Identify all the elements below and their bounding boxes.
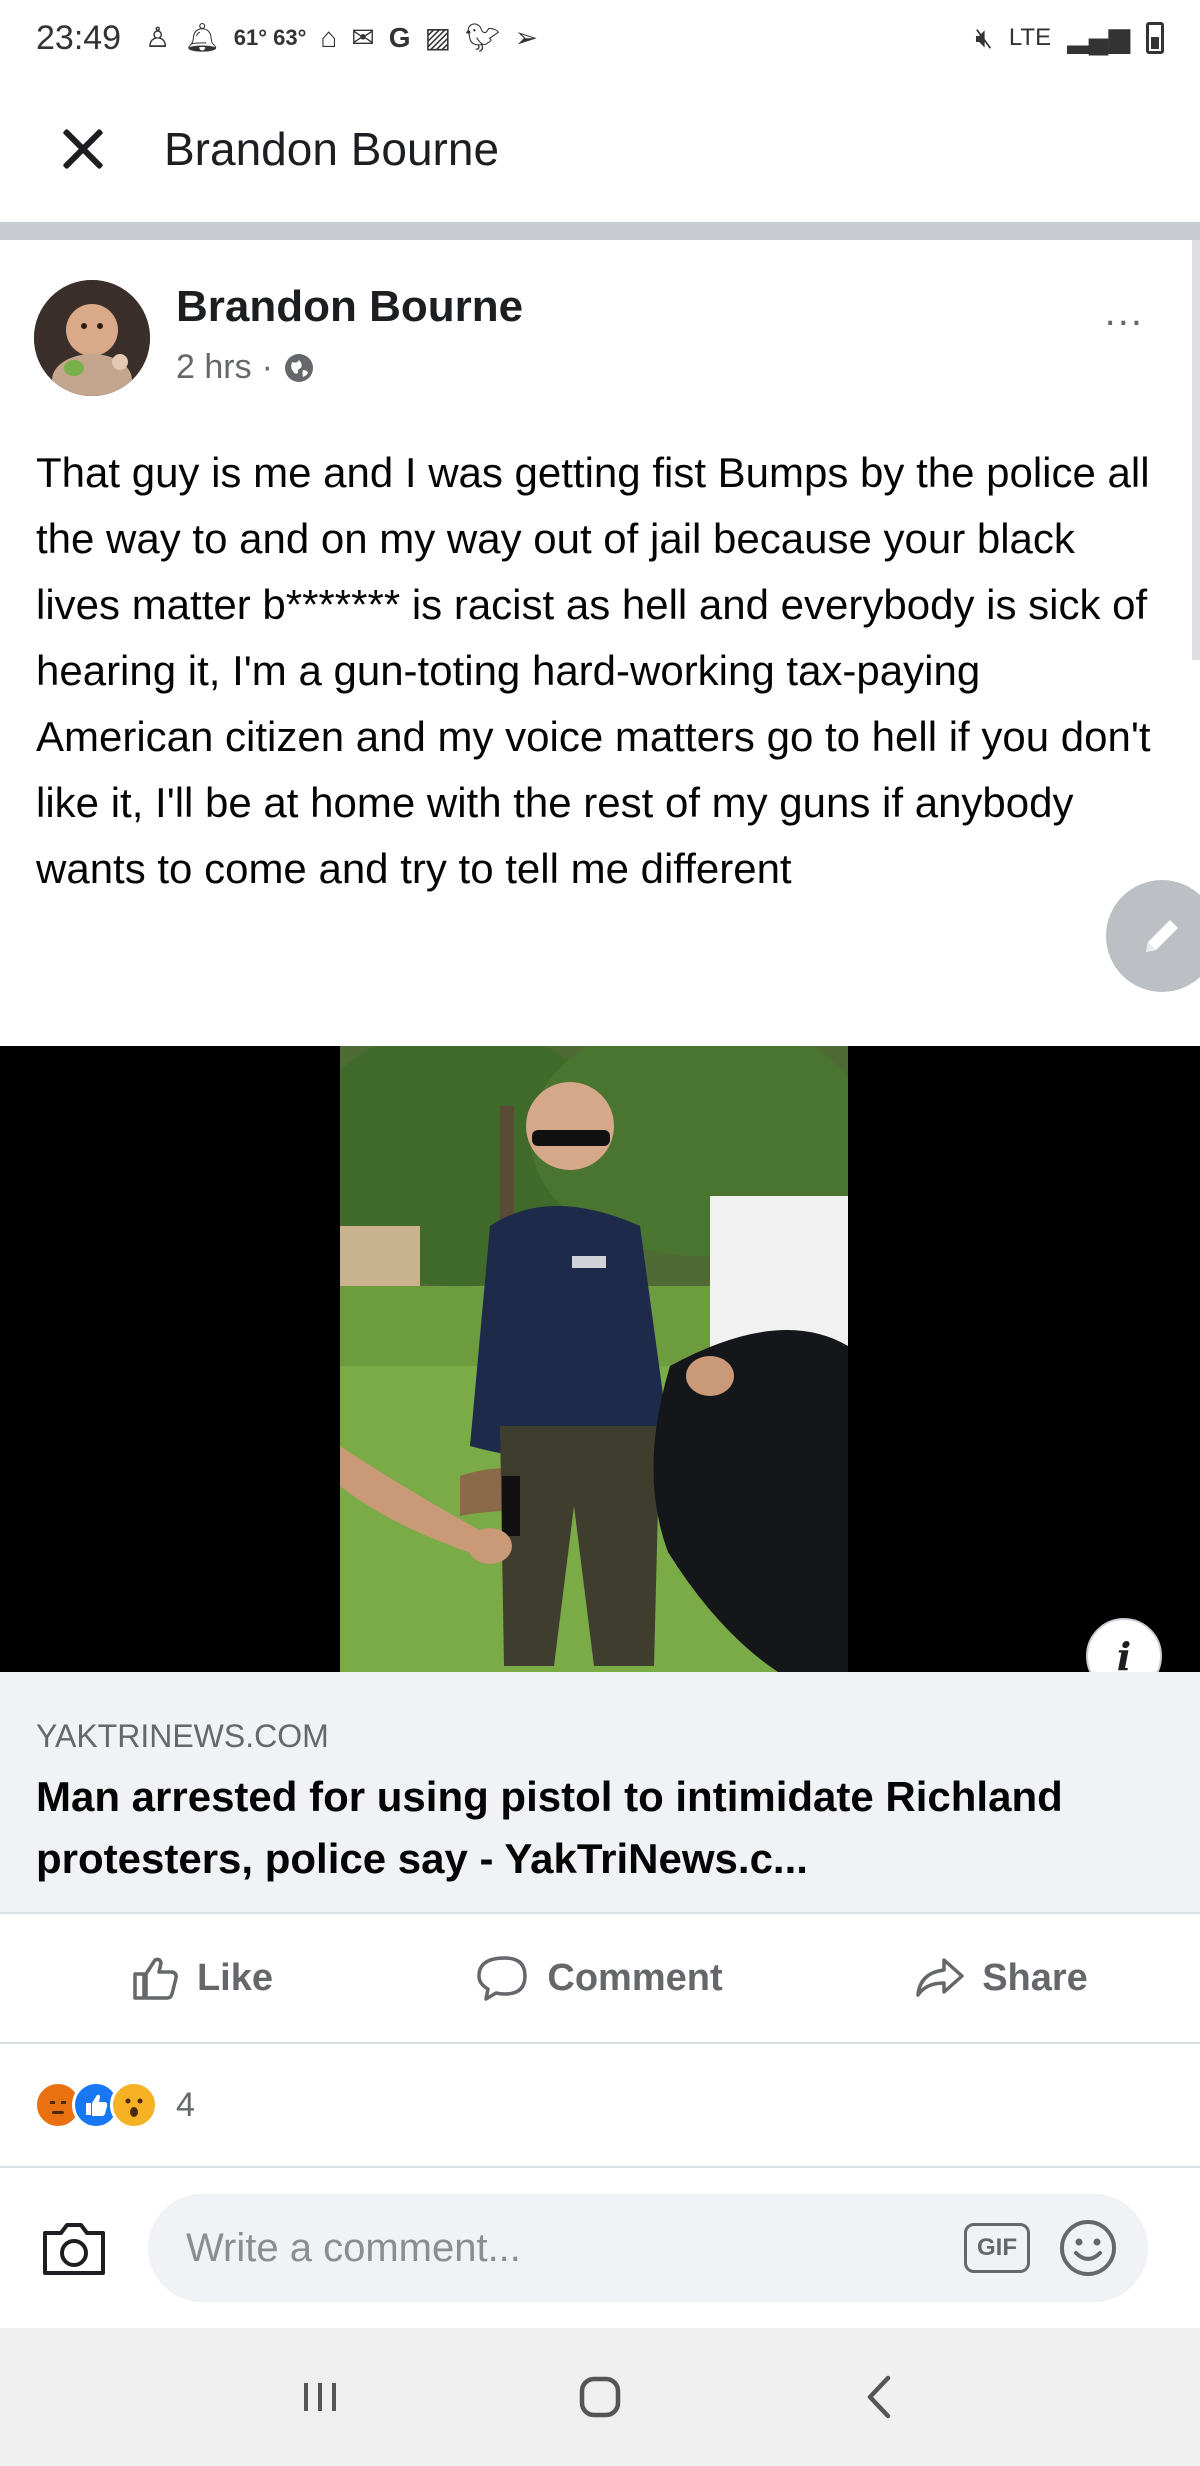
signal-icon: ▂▄▆ [1067, 22, 1130, 53]
post-author[interactable]: Brandon Bourne [176, 282, 523, 332]
like-label: Like [196, 1956, 274, 1999]
avatar[interactable] [34, 280, 150, 396]
wow-reaction-icon [110, 2081, 158, 2129]
comment-input[interactable]: Write a comment... GIF [148, 2194, 1148, 2302]
close-icon[interactable] [56, 123, 108, 175]
more-options-icon[interactable]: ... [1105, 290, 1144, 335]
google-icon: G [388, 22, 411, 53]
news-photo-scene [340, 1046, 848, 1672]
meta-separator: · [261, 348, 273, 386]
post-header: Brandon Bourne 2 hrs · ... [34, 276, 1164, 396]
gallery-icon: ▨ [424, 22, 452, 53]
post-actions: Like Comment Share [0, 1914, 1200, 2044]
home-icon: ⌂ [320, 22, 338, 53]
system-nav-bar [0, 2328, 1200, 2466]
network-type: LTE [1008, 24, 1052, 51]
mute-icon: 🔇︎ [975, 22, 993, 53]
comment-bar: Write a comment... GIF [0, 2168, 1200, 2328]
weather-temperature: 61° 63° [233, 25, 307, 50]
back-icon[interactable] [830, 2357, 930, 2437]
post-media[interactable] [0, 1046, 1200, 1672]
post-time[interactable]: 2 hrs [176, 348, 252, 387]
emoji-icon[interactable] [1058, 2218, 1118, 2278]
status-bar: 23:49 ♙ 🔔︎ 61° 63° ⌂ ✉ G ▨ 🐦︎ ➢ 🔇︎ LTE ▂… [0, 0, 1200, 76]
status-time: 23:49 [36, 18, 122, 57]
battery-icon [1146, 22, 1164, 54]
person-icon: ♙ [145, 22, 171, 53]
page-title: Brandon Bourne [164, 123, 500, 175]
bell-icon: 🔔︎ [184, 22, 220, 53]
gmail-icon: ✉ [351, 22, 375, 53]
comment-placeholder: Write a comment... [186, 2225, 521, 2270]
post-photo [340, 1046, 848, 1672]
reactions-summary[interactable]: 4 [34, 2070, 195, 2140]
scrollbar[interactable] [1192, 240, 1200, 660]
post-text: That guy is me and I was getting fist Bu… [36, 449, 1151, 892]
camera-icon[interactable] [34, 2208, 114, 2288]
gif-icon[interactable]: GIF [964, 2223, 1030, 2273]
status-system-icons: 🔇︎ LTE ▂▄▆ [975, 22, 1164, 54]
link-title[interactable]: Man arrested for using pistol to intimid… [36, 1766, 1176, 1890]
twitter-icon: 🐦︎ [465, 22, 501, 53]
globe-icon [284, 353, 313, 382]
link-domain: YAKTRINEWS.COM [36, 1718, 329, 1754]
header-divider [0, 222, 1200, 240]
share-label: Share [982, 1956, 1088, 1999]
link-preview[interactable]: YAKTRINEWS.COM Man arrested for using pi… [0, 1672, 1200, 1914]
like-button[interactable]: Like [0, 1950, 400, 2006]
comment-button[interactable]: Comment [400, 1950, 800, 2006]
recent-apps-icon[interactable] [270, 2357, 370, 2437]
share-button[interactable]: Share [800, 1950, 1200, 2006]
pencil-icon [1146, 920, 1178, 952]
home-button-icon[interactable] [550, 2357, 650, 2437]
comment-icon [477, 1956, 528, 2001]
page-header: Brandon Bourne [0, 76, 1200, 222]
like-icon [133, 1957, 178, 2000]
status-notification-icons: ♙ 🔔︎ 61° 63° ⌂ ✉ G ▨ 🐦︎ ➢ [145, 24, 538, 52]
edit-button[interactable] [1106, 880, 1200, 992]
comment-label: Comment [547, 1956, 723, 1999]
avatar-image [34, 280, 150, 396]
reaction-count: 4 [176, 2085, 195, 2124]
post-meta: 2 hrs · [176, 348, 315, 387]
share-icon [916, 1958, 964, 1997]
messenger-icon: ➢ [514, 22, 539, 53]
